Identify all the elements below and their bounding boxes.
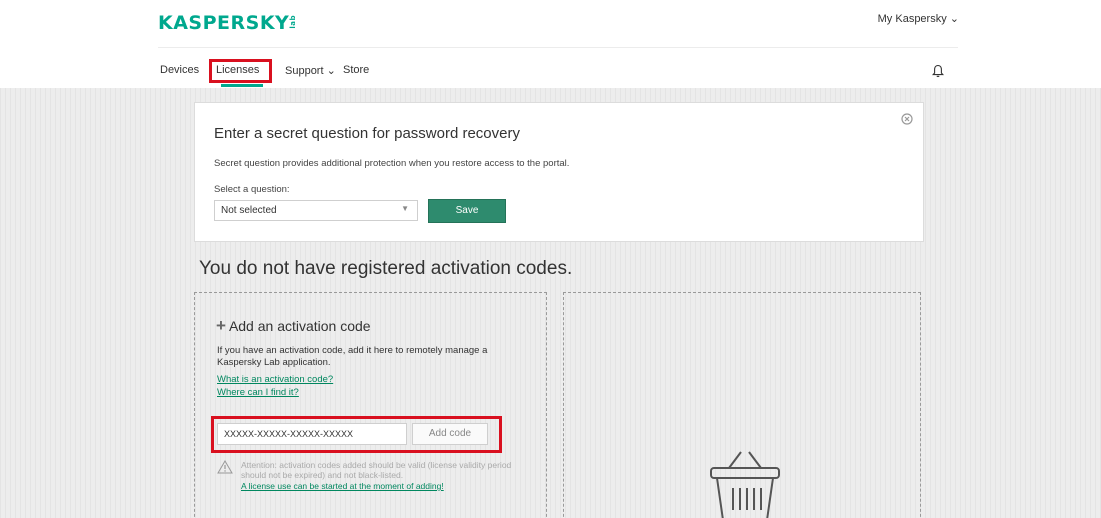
nav-store[interactable]: Store [343,64,369,76]
license-use-link[interactable]: A license use can be started at the mome… [241,481,444,491]
where-can-i-find-it-link[interactable]: Where can I find it? [217,387,299,398]
question-select[interactable]: Not selected ▼ [214,200,418,221]
close-icon[interactable] [901,113,913,125]
header: KASPERSKYlab My Kaspersky ⌄ Devices Lice… [0,0,1101,88]
question-select-label: Select a question: [214,184,290,195]
add-code-title: + Add an activation code [216,316,371,336]
question-select-value: Not selected [221,205,277,216]
secret-question-card: Enter a secret question for password rec… [194,102,924,242]
activation-warning-text: Attention: activation codes added should… [241,460,512,480]
add-activation-code-panel: + Add an activation code If you have an a… [194,292,547,518]
page-heading: You do not have registered activation co… [199,258,573,279]
plus-icon: + [216,316,226,335]
content-area: Enter a secret question for password rec… [0,88,1101,518]
add-code-description: If you have an activation code, add it h… [217,345,488,368]
secret-question-title: Enter a secret question for password rec… [214,125,520,142]
my-kaspersky-menu[interactable]: My Kaspersky ⌄ [878,12,959,25]
header-divider [158,47,958,48]
buy-license-panel [563,292,921,518]
bell-icon[interactable] [932,64,944,78]
warning-icon [217,460,233,474]
chevron-down-icon: ▼ [401,204,409,213]
activation-code-input[interactable] [217,423,407,445]
add-code-button[interactable]: Add code [412,423,488,445]
basket-icon [710,451,780,518]
secret-question-description: Secret question provides additional prot… [214,158,570,169]
nav-support[interactable]: Support ⌄ [285,64,336,77]
nav-licenses[interactable]: Licenses [216,64,259,76]
kaspersky-logo[interactable]: KASPERSKYlab [158,12,297,34]
logo-text: KASPERSKY [158,12,290,34]
active-tab-indicator [221,84,263,87]
add-code-title-text: Add an activation code [228,318,371,334]
logo-suffix: lab [289,15,298,29]
what-is-activation-code-link[interactable]: What is an activation code? [217,374,333,385]
nav-devices[interactable]: Devices [160,64,199,76]
page: KASPERSKYlab My Kaspersky ⌄ Devices Lice… [0,0,1101,518]
save-button[interactable]: Save [428,199,506,223]
